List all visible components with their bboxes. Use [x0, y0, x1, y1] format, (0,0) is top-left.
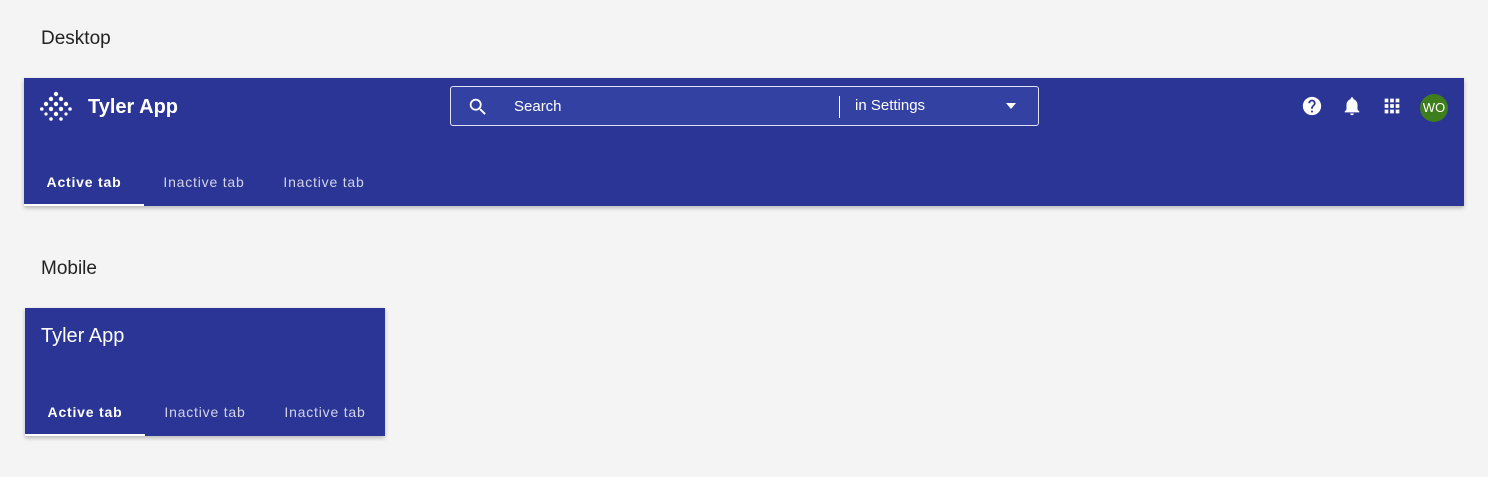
chevron-down-icon[interactable]: [1006, 103, 1016, 109]
app-title: Tyler App: [88, 96, 179, 118]
avatar[interactable]: WO: [1420, 94, 1448, 122]
mobile-tab-active[interactable]: Active tab: [25, 388, 145, 436]
search-input[interactable]: Search: [514, 98, 562, 115]
mobile-tab-bar: Active tab Inactive tab Inactive tab: [25, 388, 385, 436]
search-scope-select[interactable]: in Settings: [855, 97, 925, 114]
desktop-section-title: Desktop: [41, 28, 111, 49]
search-icon: [469, 98, 486, 115]
mobile-section-title: Mobile: [41, 258, 97, 279]
desktop-tab-bar: Active tab Inactive tab Inactive tab: [24, 158, 384, 206]
mobile-tab-inactive-1[interactable]: Inactive tab: [145, 388, 265, 436]
mobile-app-bar: Tyler App Active tab Inactive tab Inacti…: [25, 308, 385, 436]
mobile-app-title: Tyler App: [41, 325, 125, 347]
tab-inactive-1[interactable]: Inactive tab: [144, 158, 264, 206]
bell-icon[interactable]: [1341, 95, 1363, 117]
tab-inactive-2[interactable]: Inactive tab: [264, 158, 384, 206]
desktop-app-bar: Tyler App Search in Settings WO Active t…: [24, 78, 1464, 206]
help-circle-icon[interactable]: [1301, 95, 1323, 117]
apps-grid-icon[interactable]: [1381, 95, 1403, 117]
mobile-tab-inactive-2[interactable]: Inactive tab: [265, 388, 385, 436]
search-divider: [839, 96, 840, 118]
tab-active[interactable]: Active tab: [24, 158, 144, 206]
search-bar[interactable]: Search in Settings: [450, 86, 1039, 126]
app-logo-icon: [40, 91, 72, 121]
